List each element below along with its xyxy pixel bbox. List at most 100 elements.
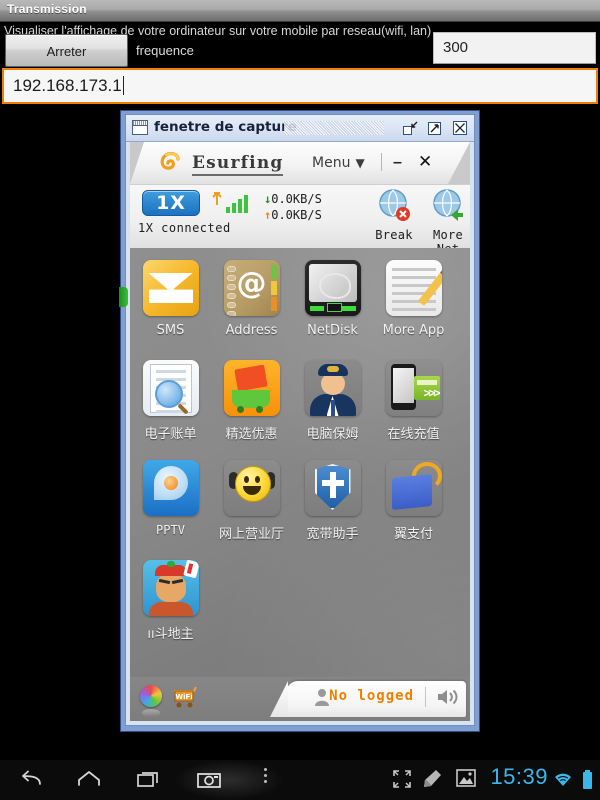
speaker-icon[interactable]	[436, 687, 460, 707]
restore-icon[interactable]	[400, 118, 420, 138]
speed-readout: ↓0.0KB/S ↑0.0KB/S	[264, 191, 322, 223]
address-book-icon: @	[223, 260, 280, 316]
esurfing-close-button[interactable]: ✕	[418, 152, 432, 172]
online-hall-icon	[223, 460, 280, 516]
app-netdisk[interactable]: NetDisk	[292, 254, 373, 354]
app-title: Transmission	[7, 2, 87, 16]
app-label: 翼支付	[393, 527, 433, 542]
app-address[interactable]: @ Address	[211, 254, 292, 354]
status-clock: 15:39	[490, 764, 548, 789]
text-caret	[122, 76, 124, 95]
break-label: Break	[375, 228, 413, 242]
footer-divider	[425, 687, 426, 707]
svg-text:WiFi: WiFi	[175, 693, 192, 701]
app-label: 精选优惠	[225, 427, 278, 442]
signal-strength-icon	[210, 191, 258, 217]
stop-button[interactable]: Arreter	[5, 34, 128, 67]
esurfing-app: Esurfing Menu ▼ – ✕ 1X 1X connected ↓0.0…	[130, 142, 470, 721]
capture-window: fenetre de capture Esurfing Menu ▼ – ✕ 1…	[120, 110, 480, 732]
app-label: 电脑保姆	[306, 427, 359, 442]
app-broadband-assistant[interactable]: 宽带助手	[292, 454, 373, 554]
pc-nanny-icon	[304, 360, 361, 416]
upload-speed-value: 0.0KB/S	[271, 208, 322, 222]
recents-icon[interactable]	[136, 768, 162, 792]
app-sms[interactable]: SMS	[130, 254, 211, 354]
app-row: PPTV 网上营业厅 宽带助手 翼支付	[130, 454, 470, 554]
login-status-text: No logged	[329, 688, 414, 704]
more-net-button[interactable]: More Net	[422, 188, 470, 256]
download-speed-row: ↓0.0KB/S	[264, 191, 322, 207]
break-connection-button[interactable]: Break	[368, 188, 420, 242]
promotions-icon	[223, 360, 280, 416]
back-icon[interactable]	[18, 768, 44, 792]
chevron-down-icon: ▼	[355, 156, 365, 170]
online-recharge-icon: >>>	[385, 360, 442, 416]
titlebar-hatch-pattern	[284, 121, 384, 135]
app-pptv[interactable]: PPTV	[130, 454, 211, 554]
window-controls	[400, 118, 470, 138]
esurfing-menu-label: Menu	[312, 155, 351, 171]
expand-icon	[392, 769, 412, 789]
header-divider	[381, 153, 382, 171]
color-wheel-icon[interactable]	[140, 685, 162, 717]
upload-speed-row: ↑0.0KB/S	[264, 207, 322, 223]
app-e-bill[interactable]: 电子账单	[130, 354, 211, 454]
e-bill-icon	[142, 360, 199, 416]
frequency-input[interactable]: 300	[433, 32, 596, 64]
download-speed-value: 0.0KB/S	[271, 192, 322, 206]
app-row: SMS @ Address NetDisk More App	[130, 254, 470, 354]
home-icon[interactable]	[76, 768, 102, 792]
connection-status-text: 1X connected	[138, 221, 231, 235]
app-label: Address	[225, 323, 278, 338]
maximize-icon[interactable]	[425, 118, 445, 138]
sidebar-pull-tab[interactable]	[119, 287, 128, 307]
person-icon	[314, 688, 330, 706]
android-navbar: 15:39	[0, 760, 600, 800]
camera-icon[interactable]	[196, 768, 222, 792]
esurfing-header: Esurfing Menu ▼ – ✕	[130, 142, 470, 185]
doudizhu-game-icon	[142, 560, 199, 616]
app-label: SMS	[156, 323, 185, 338]
app-online-recharge[interactable]: >>> 在线充值	[373, 354, 454, 454]
esurfing-brand: Esurfing	[192, 153, 284, 176]
app-label: PPTV	[156, 523, 185, 537]
more-app-icon	[385, 260, 442, 316]
esurfing-minimize-button[interactable]: –	[393, 154, 402, 172]
globe-more-net-icon	[433, 189, 463, 221]
app-promotions[interactable]: 精选优惠	[211, 354, 292, 454]
app-online-hall[interactable]: 网上营业厅	[211, 454, 292, 554]
esurfing-status-bar: 1X 1X connected ↓0.0KB/S ↑0.0KB/S Break …	[130, 185, 470, 256]
window-icon	[132, 120, 148, 135]
app-pc-nanny[interactable]: 电脑保姆	[292, 354, 373, 454]
gallery-icon	[456, 769, 476, 787]
app-row: ıı斗地主	[130, 554, 470, 654]
esurfing-footer: WiFi No logged	[130, 677, 470, 721]
close-icon[interactable]	[450, 118, 470, 138]
screen-root: Transmission Visualiser l'affichage de v…	[0, 0, 600, 800]
app-label: More App	[382, 323, 445, 338]
clean-icon	[422, 769, 444, 790]
app-doudizhu[interactable]: ıı斗地主	[130, 554, 211, 654]
network-type-badge: 1X	[142, 190, 200, 216]
wifi-cart-icon[interactable]: WiFi	[172, 685, 198, 709]
esurfing-logo-icon	[158, 151, 182, 175]
ip-address-input[interactable]: 192.168.173.1	[2, 68, 598, 104]
esurfing-menu-button[interactable]: Menu ▼	[312, 155, 365, 171]
app-label: NetDisk	[307, 323, 358, 338]
app-titlebar: Transmission	[0, 0, 600, 22]
netdisk-icon	[304, 260, 361, 316]
app-grid: SMS @ Address NetDisk More App 电子账单 精选优惠…	[130, 248, 470, 677]
capture-window-inner: fenetre de capture Esurfing Menu ▼ – ✕ 1…	[125, 114, 475, 726]
wifi-icon	[554, 772, 572, 788]
overflow-menu-icon[interactable]	[262, 768, 268, 792]
app-label: 电子账单	[144, 427, 197, 442]
ip-address-value: 192.168.173.1	[13, 76, 122, 95]
app-bestpay[interactable]: 翼支付	[373, 454, 454, 554]
pptv-icon	[142, 460, 199, 516]
capture-window-titlebar[interactable]: fenetre de capture	[126, 115, 474, 142]
app-more-app[interactable]: More App	[373, 254, 454, 354]
globe-break-icon	[379, 189, 410, 221]
app-label: 宽带助手	[306, 527, 359, 542]
bestpay-icon	[385, 460, 442, 516]
app-label: ıı斗地主	[147, 627, 194, 642]
